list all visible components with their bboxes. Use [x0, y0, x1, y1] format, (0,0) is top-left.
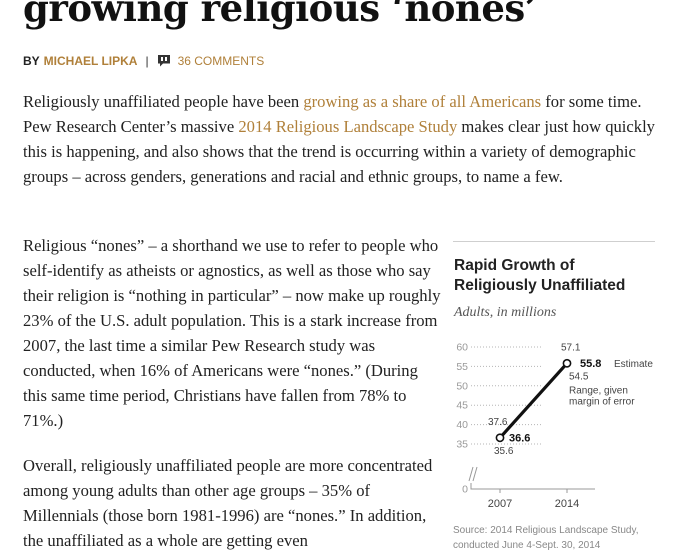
- x-tick-label: 2014: [555, 498, 579, 510]
- chart-title: Rapid Growth of Religiously Unaffiliated: [454, 257, 626, 294]
- series-line: [498, 361, 569, 440]
- comment-icon[interactable]: [157, 54, 171, 68]
- paragraph-intro: Religiously unaffiliated people have bee…: [23, 89, 663, 189]
- growing-share-link[interactable]: growing as a share of all Americans: [303, 92, 541, 111]
- y-tick-label: 50: [456, 380, 468, 392]
- author-link[interactable]: MICHAEL LIPKA: [44, 54, 138, 68]
- range-low-label: 35.6: [494, 446, 514, 457]
- y-tick-label: 40: [456, 419, 468, 431]
- axis-break-mark: [468, 466, 478, 482]
- chart-subtitle: Adults, in millions: [454, 305, 557, 320]
- data-label: 36.6: [509, 432, 530, 444]
- y-tick-label: 55: [456, 361, 468, 373]
- byline-separator: |: [145, 54, 149, 68]
- byline-prefix: BY: [23, 54, 40, 68]
- x-tick-label: 2007: [488, 498, 512, 510]
- range-high-label: 37.6: [488, 417, 508, 428]
- range-note-label: Range, given: [569, 385, 628, 396]
- data-point: [495, 433, 505, 443]
- paragraph-text: Religiously unaffiliated people have bee…: [23, 92, 304, 111]
- estimate-label: Estimate: [614, 359, 653, 370]
- data-label: 55.8: [580, 358, 601, 370]
- chart-sidebar: Rapid Growth of Religiously Unaffiliated…: [453, 241, 655, 552]
- article-title: growing religious ‘nones’: [23, 0, 538, 30]
- x-axis-line: [470, 483, 595, 490]
- landscape-study-link[interactable]: 2014 Religious Landscape Study: [238, 117, 457, 136]
- range-note-label: margin of error: [569, 396, 635, 407]
- y-tick-label: 0: [462, 484, 468, 496]
- byline: BY MICHAEL LIPKA | 36 COMMENTS: [23, 54, 264, 68]
- y-tick-label: 45: [456, 400, 468, 412]
- paragraph-nones-definition: Religious “nones” – a shorthand we use t…: [23, 236, 441, 430]
- line-chart: 0 35 40 45 50 55 60 2007 2014 37.636.6 35.6 57.1 55.…: [456, 342, 653, 511]
- range-high-label: 57.1: [561, 342, 581, 353]
- data-point: [562, 358, 572, 368]
- y-tick-label: 35: [456, 439, 468, 451]
- range-low-label: 54.5: [569, 371, 589, 382]
- y-tick-label: 60: [456, 342, 468, 354]
- comments-link[interactable]: 36 COMMENTS: [178, 54, 265, 68]
- paragraph-young-adults: Overall, religiously unaffiliated people…: [23, 456, 433, 550]
